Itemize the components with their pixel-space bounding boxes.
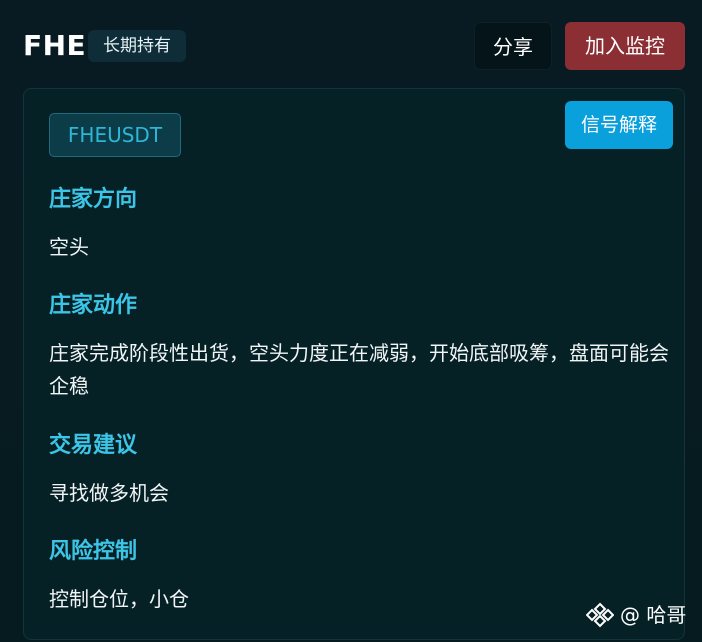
section-title-direction: 庄家方向 [49,187,138,212]
watermark-handle: @ 哈哥 [620,603,687,627]
add-monitor-button[interactable]: 加入监控 [565,22,685,70]
symbol-tag: FHEUSDT [49,113,181,157]
section-title-action: 庄家动作 [49,293,138,318]
binance-diamond-icon [586,602,614,628]
section-text-action: 庄家完成阶段性出货，空头力度正在减弱，开始底部吸筹，盘面可能会企稳 [49,341,669,398]
watermark: @ 哈哥 [586,600,686,630]
section-text-risk: 控制仓位，小仓 [49,587,189,611]
signal-explain-button[interactable]: 信号解释 [565,101,673,149]
hold-type-badge: 长期持有 [88,30,186,62]
section-text-direction: 空头 [49,235,89,259]
section-text-advice: 寻找做多机会 [49,481,169,505]
coin-title: FHE [23,29,87,62]
section-title-risk: 风险控制 [49,539,138,564]
header: FHE 长期持有 分享 加入监控 [0,0,702,88]
signal-page: FHE 长期持有 分享 加入监控 FHEUSDT 信号解释 庄家方向 空头 庄家… [0,0,702,642]
share-button[interactable]: 分享 [474,22,552,70]
signal-card: FHEUSDT 信号解释 庄家方向 空头 庄家动作 庄家完成阶段性出货，空头力度… [23,88,685,640]
section-title-advice: 交易建议 [49,433,138,458]
